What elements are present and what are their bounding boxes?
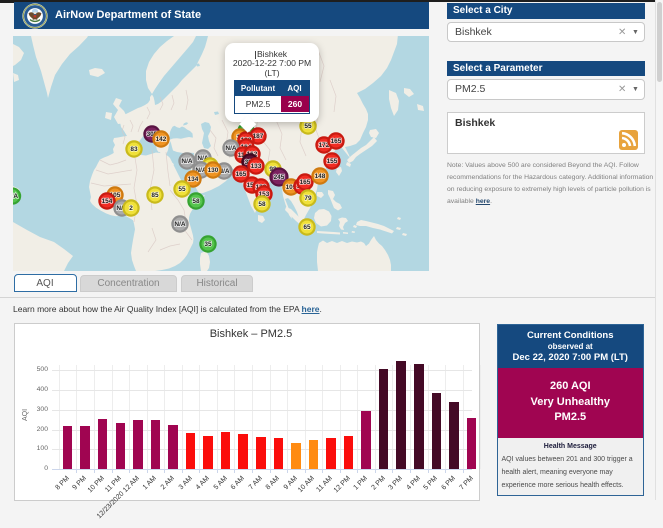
svg-text:35: 35 [204, 241, 212, 248]
svg-text:N/A: N/A [225, 145, 237, 152]
svg-text:55: 55 [304, 123, 312, 130]
svg-text:N/A: N/A [174, 221, 186, 228]
svg-text:155: 155 [327, 158, 338, 165]
svg-text:142: 142 [156, 136, 167, 143]
svg-text:133: 133 [251, 163, 262, 170]
svg-text:83: 83 [130, 146, 138, 153]
svg-text:154: 154 [102, 198, 113, 205]
svg-text:65: 65 [303, 224, 311, 231]
svg-text:85: 85 [151, 192, 159, 199]
svg-text:165: 165 [300, 179, 311, 186]
svg-text:134: 134 [188, 176, 199, 183]
svg-text:2: 2 [129, 205, 133, 212]
svg-text:245: 245 [274, 174, 285, 181]
svg-text:58: 58 [192, 198, 200, 205]
svg-text:148: 148 [315, 173, 326, 180]
svg-text:55: 55 [178, 186, 186, 193]
svg-text:N/A: N/A [13, 193, 18, 200]
svg-text:130: 130 [208, 167, 219, 174]
svg-text:58: 58 [258, 201, 266, 208]
svg-text:165: 165 [331, 138, 342, 145]
svg-text:165: 165 [236, 171, 247, 178]
svg-text:N/A: N/A [181, 158, 193, 165]
svg-text:79: 79 [304, 195, 312, 202]
